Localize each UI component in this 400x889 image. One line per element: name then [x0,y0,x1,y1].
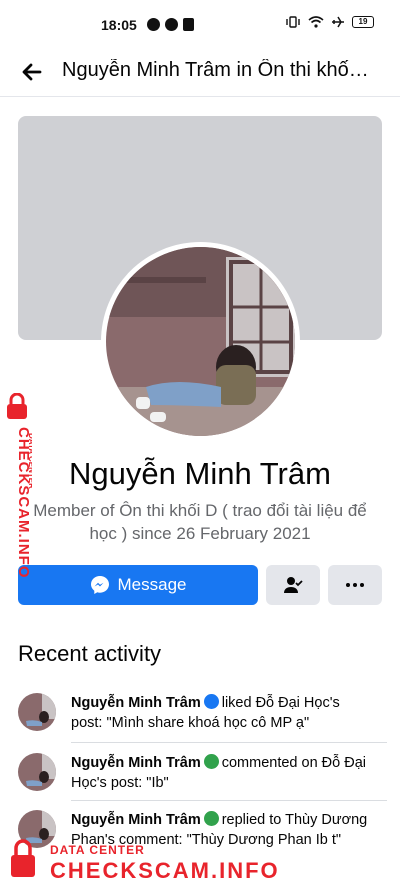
battery-icon: 19 [352,16,374,28]
membership-text: Member of Ôn thi khối D ( trao đổi tài l… [33,501,367,543]
activity-avatar [18,693,56,731]
wifi-icon [308,16,324,28]
more-dots-icon [346,583,364,587]
system-icons: 19 [285,16,374,28]
more-options-button[interactable] [328,565,382,605]
cloud-icon [165,18,178,31]
activity-avatar [18,753,56,791]
note-icon [183,18,194,31]
status-bar: 18:05 19 [0,0,400,52]
back-arrow-icon[interactable] [18,58,46,86]
activity-name: Nguyễn Minh Trâm [71,812,201,828]
divider [71,742,387,743]
comment-badge-icon [203,754,219,769]
vibrate-icon [286,16,300,28]
watermark-small-text: DATA CENTER [50,843,145,857]
watermark-big-text: CHECKSCAM.INFO [50,858,280,883]
messenger-icon [147,18,160,31]
profile-avatar[interactable] [101,242,300,441]
watermark-vertical-small: DATA CENTER [27,433,32,489]
like-badge-icon [203,694,219,709]
messenger-icon [90,576,109,594]
app-header: Nguyễn Minh Trâm in Ôn thi khố… [0,52,400,97]
activity-name: Nguyễn Minh Trâm [71,695,201,711]
notification-icons [147,18,194,31]
recent-activity-title: Recent activity [18,641,162,666]
avatar-photo [106,247,295,436]
friend-status-button[interactable] [266,565,320,605]
page-title: Nguyễn Minh Trâm in Ôn thi khố… [62,59,369,81]
activity-text: Nguyễn Minh Trâm liked Đỗ Đại Học's post:… [71,693,369,733]
profile-name: Nguyễn Minh Trâm [69,456,331,491]
activity-text: Nguyễn Minh Trâm commented on Đỗ Đại Học'… [71,753,369,793]
watermark-side: CHECKSCAM.INFO DATA CENTER [2,393,46,593]
watermark-bottom: DATA CENTER CHECKSCAM.INFO [0,838,400,889]
message-button[interactable]: Message [18,565,258,605]
airplane-icon [332,16,344,28]
lock-icon [11,839,35,877]
person-check-icon [284,577,303,593]
message-label: Message [117,575,187,594]
divider [71,800,387,801]
reply-badge-icon [203,811,219,826]
activity-name: Nguyễn Minh Trâm [71,755,201,771]
watermark-vertical-text: CHECKSCAM.INFO DATA CENTER [15,427,32,577]
status-time: 18:05 [101,17,137,33]
lock-icon [7,393,27,419]
avatar-image [106,247,295,436]
